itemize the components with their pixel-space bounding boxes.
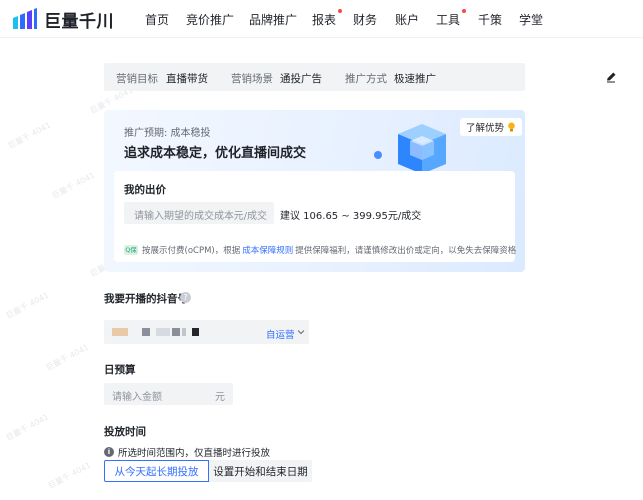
account-name-blur [156,328,170,336]
account-avatar-blur [112,328,128,336]
account-type-tag: 自运营 [266,330,295,341]
lightbulb-icon [508,122,515,132]
bid-input-placeholder: 请输入期望的成交成本 [134,211,234,222]
watermark: 巨量千 4041 [46,460,93,491]
watermark: 巨量千 4041 [50,170,97,201]
watermark: 巨量千 4041 [4,412,51,443]
pencil-icon[interactable] [604,70,618,84]
budget-input-placeholder: 请输入金额 [112,392,162,403]
nav-qiance[interactable]: 千策 [478,11,502,28]
promotion-expectation-subtitle: 推广预期: 成本稳投 [124,128,211,139]
help-icon[interactable]: ? [180,292,191,303]
bid-guarantee-note: Q保 按展示付费(oCPM)，根据 成本保障规则 提供保障福利，请谨慎修改出价或… [124,244,516,256]
learn-advantages-button[interactable]: 了解优势 [460,118,523,136]
top-navigation: 巨量千川 首页 竞价推广 品牌推广 报表 财务 账户 工具 千策 学堂 [0,0,643,38]
account-name-blur [192,328,199,336]
bid-suggestion: 建议 106.65 ~ 399.95元/成交 [280,211,422,222]
nav-tools-label: 工具 [436,13,461,27]
guarantee-badge-icon: Q保 [124,245,138,255]
promotion-expectation-title: 追求成本稳定，优化直播间成交 [124,146,307,161]
budget-input-unit: 元 [215,392,225,403]
logo-icon [13,8,37,29]
info-icon: i [104,447,114,457]
douyin-account-label: 我要开播的抖音号 [104,293,188,305]
promotion-method-label: 推广方式 [345,73,387,85]
daily-budget-label: 日预算 [104,364,136,376]
long-term-schedule-option[interactable]: 从今天起长期投放 [104,460,209,482]
notification-dot [338,9,343,13]
promotion-expectation-card: 推广预期: 成本稳投 追求成本稳定，优化直播间成交 了解优势 我的出价 请输入期… [104,110,525,272]
nav-academy[interactable]: 学堂 [519,11,543,28]
bid-note-prefix: 按展示付费(oCPM)，根据 [142,246,241,256]
marketing-scene-value: 通投广告 [280,73,322,85]
marketing-goal-label: 营销目标 [116,73,158,85]
bid-input[interactable]: 请输入期望的成交成本 元/成交 [124,202,274,224]
nav-home[interactable]: 首页 [145,11,169,28]
daily-budget-input[interactable]: 请输入金额 元 [104,383,233,405]
notification-dot [462,9,467,13]
account-name-blur [142,328,150,336]
bid-note-suffix: 提供保障福利，请谨慎修改出价或定向，以免失去保障资格 [295,246,517,256]
nav-bidding-promotion[interactable]: 竞价推广 [186,11,234,28]
nav-account[interactable]: 账户 [395,11,419,28]
account-name-blur [182,328,186,336]
schedule-label: 投放时间 [104,426,146,438]
my-bid-title: 我的出价 [124,184,166,196]
nav-brand-promotion[interactable]: 品牌推广 [249,11,297,28]
watermark: 巨量千 4041 [4,290,51,321]
nav-reports-label: 报表 [312,13,337,27]
nav-reports[interactable]: 报表 [312,9,343,28]
cost-guarantee-rules-link[interactable]: 成本保障规则 [242,244,293,256]
marketing-goal-value: 直播带货 [166,73,208,85]
marketing-scene-label: 营销场景 [231,73,273,85]
promotion-method-value: 极速推广 [394,73,436,85]
bid-input-unit: 元/成交 [233,211,267,222]
schedule-hint: i 所选时间范围内，仅直播时进行投放 [104,445,270,459]
chevron-down-icon [297,330,305,335]
brand-logo[interactable]: 巨量千川 [12,6,114,32]
account-name-blur [172,328,180,336]
date-range-schedule-option[interactable]: 设置开始和结束日期 [209,460,312,482]
brand-name: 巨量千川 [44,11,114,32]
watermark: 巨量千 4041 [44,342,91,373]
schedule-hint-text: 所选时间范围内，仅直播时进行投放 [118,448,271,459]
douyin-account-select[interactable]: 自运营 [104,320,309,344]
learn-advantages-label: 了解优势 [466,123,505,134]
nav-finance[interactable]: 财务 [353,11,377,28]
watermark: 巨量千 4041 [6,120,53,151]
bid-panel: 我的出价 请输入期望的成交成本 元/成交 建议 106.65 ~ 399.95元… [114,171,516,262]
campaign-summary-bar: 营销目标 直播带货 营销场景 通投广告 推广方式 极速推广 [104,63,616,91]
nav-tools[interactable]: 工具 [436,9,467,28]
